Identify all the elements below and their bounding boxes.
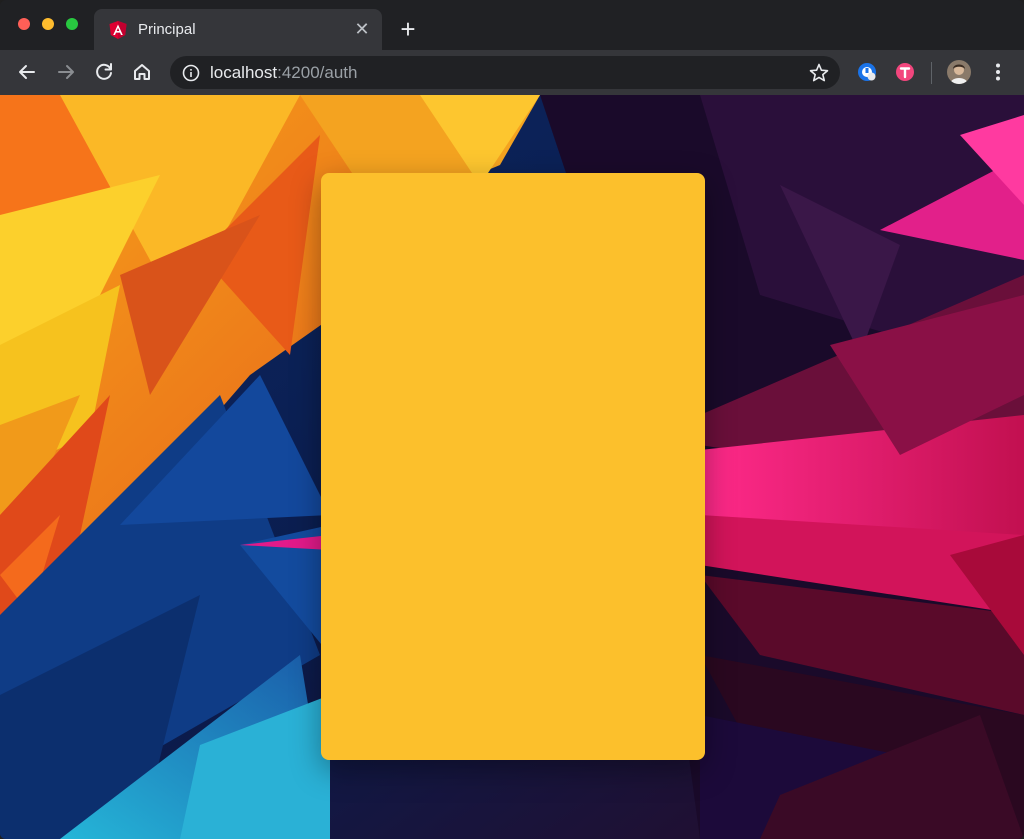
close-tab-icon[interactable]: ✕ xyxy=(352,19,372,39)
browser-window: Principal ✕ + localhost:4200/auth xyxy=(0,0,1024,839)
auth-card xyxy=(321,173,705,760)
extension-pink-icon[interactable] xyxy=(895,62,915,82)
url-path: :4200/auth xyxy=(277,63,358,82)
address-bar[interactable]: localhost:4200/auth xyxy=(170,56,840,89)
site-info-icon[interactable] xyxy=(182,64,200,82)
tab-strip: Principal ✕ + xyxy=(0,0,1024,50)
minimize-window-button[interactable] xyxy=(42,18,54,30)
browser-toolbar: localhost:4200/auth xyxy=(0,50,1024,95)
more-vert-icon[interactable] xyxy=(986,60,1010,84)
toolbar-divider xyxy=(931,62,932,84)
reload-icon[interactable] xyxy=(92,60,116,84)
tab-principal[interactable]: Principal ✕ xyxy=(94,9,382,50)
angular-logo-icon xyxy=(108,20,128,40)
bookmark-star-icon[interactable] xyxy=(808,62,830,84)
profile-avatar[interactable] xyxy=(947,60,971,84)
url-text: localhost:4200/auth xyxy=(210,63,357,83)
forward-arrow-icon[interactable] xyxy=(54,60,78,84)
url-host: localhost xyxy=(210,63,278,82)
home-icon[interactable] xyxy=(130,60,154,84)
maximize-window-button[interactable] xyxy=(66,18,78,30)
back-arrow-icon[interactable] xyxy=(15,60,39,84)
extension-blue-icon[interactable] xyxy=(857,62,877,82)
page-viewport xyxy=(0,95,1024,839)
tab-title: Principal xyxy=(138,21,196,38)
new-tab-icon[interactable]: + xyxy=(396,16,420,42)
close-window-button[interactable] xyxy=(18,18,30,30)
